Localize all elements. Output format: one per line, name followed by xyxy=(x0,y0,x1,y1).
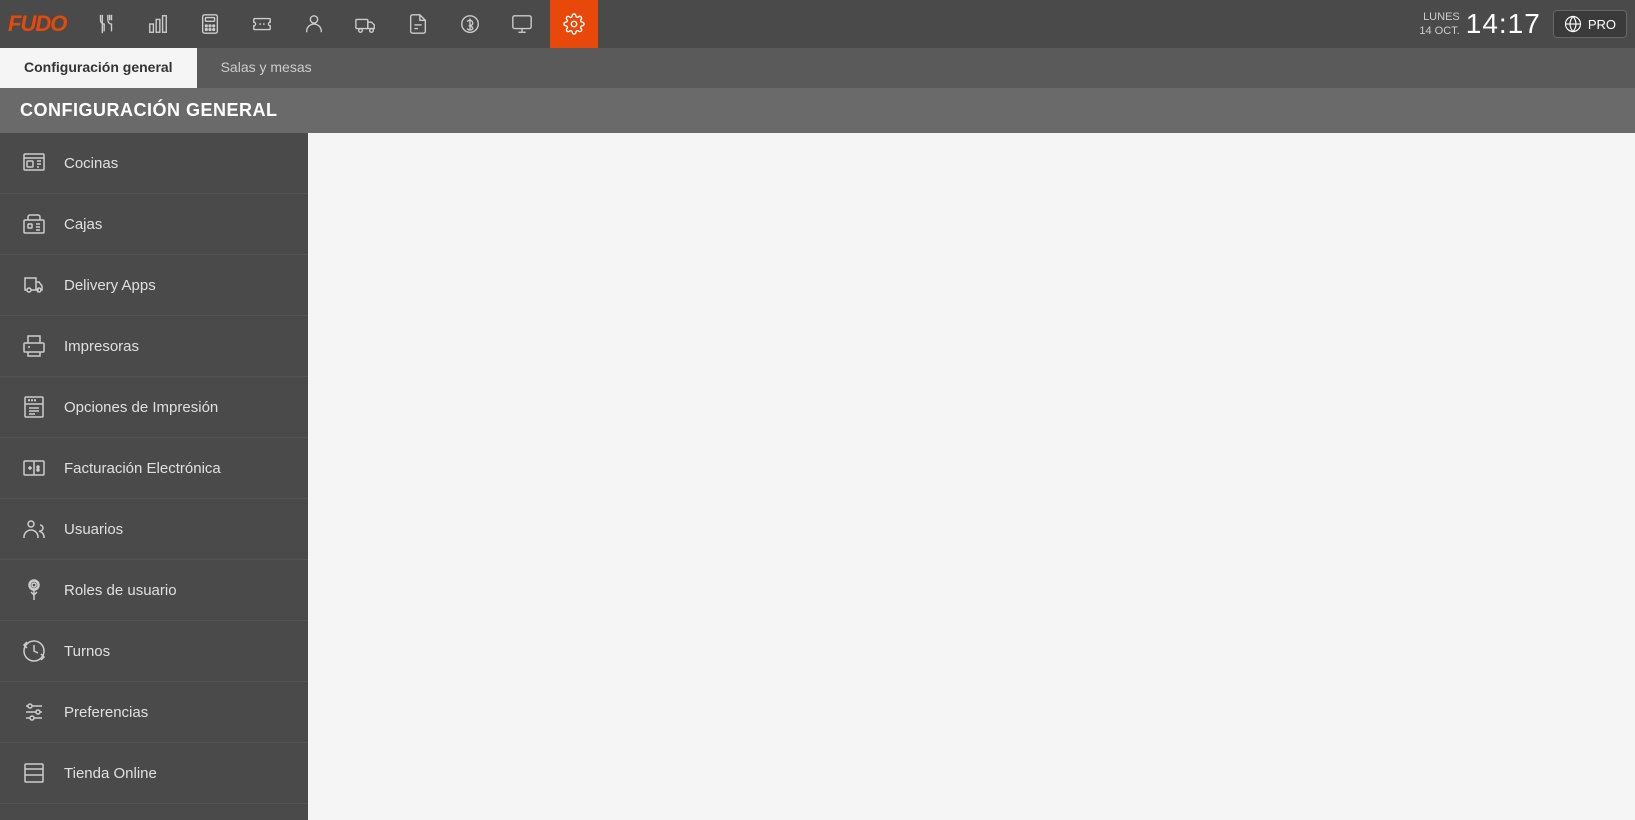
clock-time: 14:17 xyxy=(1466,8,1541,40)
nav-monitor-button[interactable] xyxy=(498,0,546,48)
top-nav: FUDO xyxy=(0,0,1635,48)
pro-label: PRO xyxy=(1588,17,1616,32)
sidebar-label-preferencias: Preferencias xyxy=(64,704,148,721)
sidebar-label-tienda-online: Tienda Online xyxy=(64,765,157,782)
clock-date: LUNES 14 OCT. xyxy=(1419,10,1459,39)
app-logo: FUDO xyxy=(8,11,66,37)
nav-gear-button[interactable] xyxy=(550,0,598,48)
sidebar-label-cocinas: Cocinas xyxy=(64,155,118,172)
sidebar-item-roles[interactable]: Roles de usuario xyxy=(0,560,308,621)
nav-chart-button[interactable] xyxy=(134,0,182,48)
sidebar-item-cocinas[interactable]: Cocinas xyxy=(0,133,308,194)
pro-badge[interactable]: PRO xyxy=(1553,10,1627,38)
delivery-apps-icon xyxy=(20,271,48,299)
sidebar-label-opciones-impresion: Opciones de Impresión xyxy=(64,399,218,416)
sidebar-item-impresoras[interactable]: Impresoras xyxy=(0,316,308,377)
nav-document-button[interactable] xyxy=(394,0,442,48)
tab-configuracion-general[interactable]: Configuración general xyxy=(0,48,197,88)
clock-area: LUNES 14 OCT. 14:17 xyxy=(1419,8,1540,40)
sidebar-label-turnos: Turnos xyxy=(64,643,110,660)
cash-register-icon xyxy=(20,210,48,238)
sidebar-item-usuarios[interactable]: Usuarios xyxy=(0,499,308,560)
nav-person-button[interactable] xyxy=(290,0,338,48)
nav-dollar-button[interactable] xyxy=(446,0,494,48)
preferences-icon xyxy=(20,698,48,726)
store-icon xyxy=(20,759,48,787)
nav-delivery-button[interactable] xyxy=(342,0,390,48)
nav-icons xyxy=(82,0,751,48)
invoice-icon xyxy=(20,454,48,482)
nav-ticket-button[interactable] xyxy=(238,0,286,48)
sidebar-item-tienda-online[interactable]: Tienda Online xyxy=(0,743,308,804)
tabs-bar: Configuración general Salas y mesas xyxy=(0,48,1635,88)
printer-icon xyxy=(20,332,48,360)
sidebar-item-facturacion[interactable]: Facturación Electrónica xyxy=(0,438,308,499)
kitchen-icon xyxy=(20,149,48,177)
sidebar-item-delivery-apps[interactable]: Delivery Apps xyxy=(0,255,308,316)
roles-icon xyxy=(20,576,48,604)
tab-salas-mesas[interactable]: Salas y mesas xyxy=(197,48,336,88)
users-icon xyxy=(20,515,48,543)
sidebar-label-roles: Roles de usuario xyxy=(64,582,177,599)
sidebar-item-preferencias[interactable]: Preferencias xyxy=(0,682,308,743)
sidebar-item-turnos[interactable]: Turnos xyxy=(0,621,308,682)
sidebar-label-facturacion: Facturación Electrónica xyxy=(64,460,221,477)
shifts-icon xyxy=(20,637,48,665)
sidebar-label-delivery-apps: Delivery Apps xyxy=(64,277,156,294)
content-area xyxy=(308,133,1635,820)
sidebar-label-cajas: Cajas xyxy=(64,216,102,233)
main-layout: Cocinas Cajas xyxy=(0,133,1635,820)
nav-utensils-button[interactable] xyxy=(82,0,130,48)
globe-icon xyxy=(1564,15,1582,33)
print-options-icon xyxy=(20,393,48,421)
sidebar: Cocinas Cajas xyxy=(0,133,308,820)
sidebar-item-opciones-impresion[interactable]: Opciones de Impresión xyxy=(0,377,308,438)
sidebar-label-usuarios: Usuarios xyxy=(64,521,123,538)
sidebar-label-impresoras: Impresoras xyxy=(64,338,139,355)
page-title: CONFIGURACIÓN GENERAL xyxy=(0,88,1635,133)
nav-calculator-button[interactable] xyxy=(186,0,234,48)
sidebar-item-cajas[interactable]: Cajas xyxy=(0,194,308,255)
